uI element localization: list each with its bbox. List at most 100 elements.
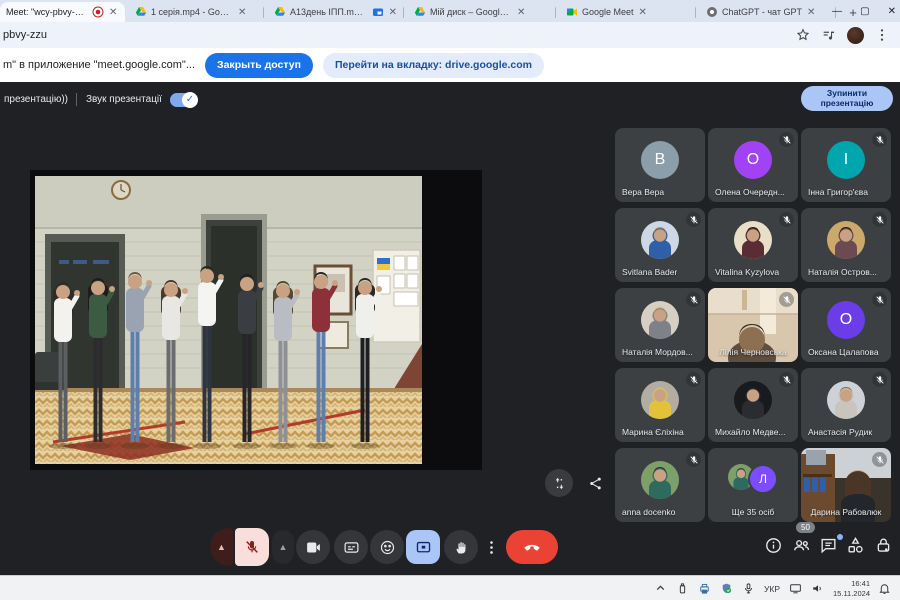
notification-message: m" в приложение "meet.google.com"... — [3, 59, 195, 71]
unpin-presentation-icon[interactable] — [545, 469, 573, 497]
divider — [76, 93, 77, 106]
share-icon[interactable] — [585, 473, 605, 493]
participant-tile[interactable]: ООлена Очередн... — [708, 128, 798, 202]
stop-presentation-button[interactable]: Зупинити презентацію — [801, 86, 893, 111]
tab-label: Мій диск – Google Диск — [430, 7, 512, 17]
minimize-button[interactable]: — — [832, 6, 842, 17]
printer-icon[interactable] — [698, 582, 711, 595]
end-call-button[interactable] — [506, 530, 558, 564]
avatar: В — [641, 141, 679, 179]
browser-tab[interactable]: А13день ІПП.mp4 - Googl ✕ — [268, 2, 404, 22]
participant-tile[interactable]: Svitlana Bader — [615, 208, 705, 282]
tab-close-icon[interactable]: ✕ — [388, 7, 398, 18]
avatar: І — [827, 141, 865, 179]
usb-device-icon[interactable] — [676, 582, 689, 595]
more-options-button[interactable] — [482, 530, 500, 564]
avatar — [641, 461, 679, 499]
participant-tile[interactable]: Михайло Медве... — [708, 368, 798, 442]
microphone-tray-icon[interactable] — [742, 582, 755, 595]
presentation-sound-label: Звук презентації — [86, 94, 162, 105]
participant-name: Інна Григор'єва — [808, 187, 868, 197]
chat-icon[interactable] — [819, 536, 841, 558]
tab-close-icon[interactable]: ✕ — [516, 7, 526, 18]
mic-muted-icon — [872, 132, 887, 147]
security-shield-icon[interactable] — [720, 582, 733, 595]
tab-close-icon[interactable]: ✕ — [108, 7, 118, 18]
tab-label: Meet: "wcy-pbvy-zzu" — [6, 7, 88, 17]
participant-name: Наталія Остров... — [808, 267, 877, 277]
avatar — [641, 301, 679, 339]
bookmark-star-icon[interactable] — [795, 27, 811, 43]
meeting-info-icon[interactable] — [764, 536, 786, 558]
participant-tile[interactable]: Марина Єліхіна — [615, 368, 705, 442]
participant-name: Ще 35 осіб — [708, 507, 798, 517]
participant-name: Дарина Рабовлюк — [801, 507, 891, 517]
tab-divider — [403, 6, 404, 18]
taskbar-clock[interactable]: 16:41 15.11.2024 — [833, 579, 870, 598]
presenting-button[interactable] — [406, 530, 440, 564]
avatar — [827, 381, 865, 419]
reactions-button[interactable] — [370, 530, 404, 564]
tab-close-icon[interactable]: ✕ — [237, 7, 247, 18]
participant-tile[interactable]: Наталія Остров... — [801, 208, 891, 282]
browser-menu-icon[interactable] — [874, 27, 890, 43]
notification-bell-icon[interactable] — [878, 582, 891, 595]
mic-muted-button[interactable] — [235, 528, 269, 566]
participant-name: Вера Вера — [622, 187, 664, 197]
participant-tile[interactable]: Дарина Рабовлюк — [801, 448, 891, 522]
drive-icon — [274, 6, 286, 18]
tab-close-icon[interactable]: ✕ — [806, 7, 816, 18]
participant-grid: В Вера Вера ООлена Очередн... І Інна Григор'… — [615, 128, 894, 528]
tray-expand-icon[interactable] — [654, 582, 667, 595]
participant-tile[interactable]: Наталія Мордов... — [615, 288, 705, 362]
cast-display-icon[interactable] — [789, 582, 802, 595]
host-controls-icon[interactable] — [874, 536, 896, 558]
mic-options-chevron-icon[interactable]: ▲ — [210, 528, 233, 566]
mic-muted-icon — [686, 292, 701, 307]
camera-button[interactable] — [296, 530, 330, 564]
participant-tile[interactable]: Vitalina Kyzylova — [708, 208, 798, 282]
language-indicator[interactable]: УКР — [764, 584, 780, 594]
participant-name: Анастасія Рудик — [808, 427, 872, 437]
goto-tab-button[interactable]: Перейти на вкладку: drive.google.com — [323, 53, 544, 78]
participant-tile[interactable]: І Інна Григор'єва — [801, 128, 891, 202]
maximize-button[interactable]: ▢ — [860, 6, 869, 17]
participant-tile[interactable]: anna docenko — [615, 448, 705, 522]
profile-avatar[interactable] — [847, 27, 864, 44]
avatar — [734, 381, 772, 419]
participant-name: Vitalina Kyzylova — [715, 267, 779, 277]
tab-strip: Meet: "wcy-pbvy-zzu"✕1 серія.mp4 - Googl… — [0, 0, 900, 22]
participant-tile[interactable]: Лілія Черновська — [708, 288, 798, 362]
raise-hand-button[interactable] — [444, 530, 478, 564]
mic-button-group: ▲ — [210, 528, 269, 566]
participant-tile[interactable]: ЛЩе 35 осіб — [708, 448, 798, 522]
tab-label: А13день ІПП.mp4 - Googl — [290, 7, 368, 17]
people-icon[interactable] — [792, 536, 814, 558]
participant-tile[interactable]: ООксана Цалапова — [801, 288, 891, 362]
browser-tab[interactable]: Meet: "wcy-pbvy-zzu" ✕ — [0, 2, 125, 22]
browser-tab[interactable]: 1 серія.mp4 - Google Диск ✕ — [129, 2, 264, 22]
participant-tile[interactable]: Анастасія Рудик — [801, 368, 891, 442]
captions-button[interactable] — [334, 530, 368, 564]
browser-tab[interactable]: Мій диск – Google Диск ✕ — [408, 2, 556, 22]
shared-screen-region[interactable] — [30, 170, 482, 470]
presentation-sound-toggle[interactable]: ✓ — [170, 93, 197, 107]
camera-options-chevron-icon[interactable]: ▲ — [272, 530, 294, 564]
tab-label: 1 серія.mp4 - Google Диск — [151, 7, 233, 17]
media-control-icon[interactable] — [821, 27, 837, 43]
url-text[interactable]: pbvy-zzu — [3, 29, 795, 41]
browser-tab[interactable]: ChatGPT - чат GPT✕ — [700, 2, 836, 22]
recording-icon — [92, 6, 104, 18]
tab-divider — [263, 6, 264, 18]
close-access-button[interactable]: Закрыть доступ — [205, 53, 313, 78]
activities-icon[interactable] — [846, 536, 868, 558]
avatar — [827, 221, 865, 259]
participant-tile[interactable]: В Вера Вера — [615, 128, 705, 202]
close-window-button[interactable]: ✕ — [888, 6, 896, 17]
browser-tab[interactable]: Google Meet✕ — [560, 2, 696, 22]
tab-close-icon[interactable]: ✕ — [638, 7, 648, 18]
volume-icon[interactable] — [811, 582, 824, 595]
mic-muted-icon — [686, 452, 701, 467]
avatar — [641, 381, 679, 419]
participant-name: Наталія Мордов... — [622, 347, 693, 357]
